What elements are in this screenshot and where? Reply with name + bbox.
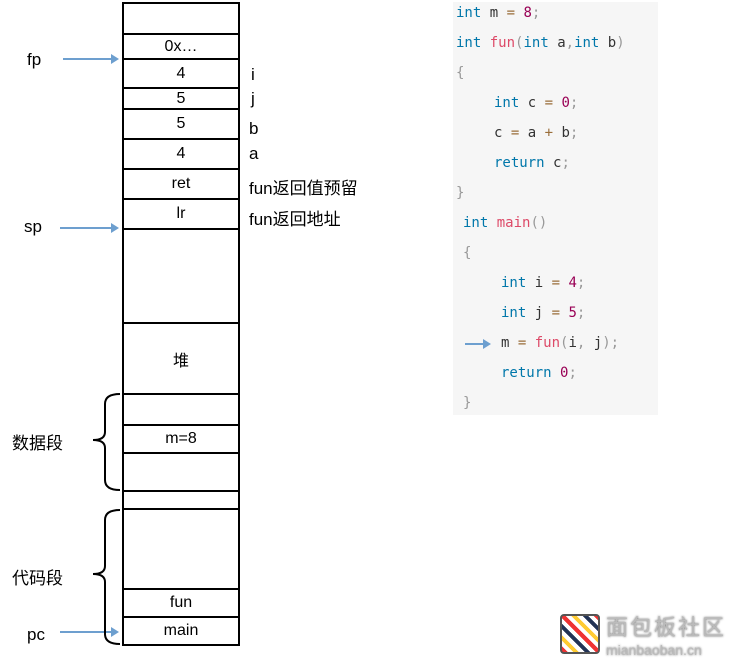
code-segment-label: 代码段 bbox=[12, 569, 63, 588]
brace-icon bbox=[92, 393, 121, 645]
code-line: } bbox=[463, 395, 472, 411]
code-line: int main() bbox=[463, 215, 548, 231]
code-line-current: m = fun(i, j); bbox=[501, 335, 620, 351]
code-block: int m = 8; int fun(int a,int b) { int c … bbox=[453, 2, 658, 415]
stack-cell bbox=[122, 2, 240, 33]
sp-arrow-icon bbox=[60, 223, 119, 233]
label-i: i bbox=[251, 65, 255, 84]
fp-arrow-icon bbox=[63, 54, 119, 64]
stack-cell: 0x… bbox=[122, 33, 240, 58]
code-line: return c; bbox=[494, 155, 570, 171]
pc-label: pc bbox=[27, 625, 45, 644]
stack-cell: lr bbox=[122, 198, 240, 228]
stack-cell: 5 bbox=[122, 87, 240, 108]
data-cell bbox=[122, 452, 240, 490]
label-b: b bbox=[249, 119, 259, 138]
label-j: j bbox=[251, 89, 255, 108]
data-cell bbox=[122, 393, 240, 424]
gap-cell bbox=[122, 490, 240, 508]
logo-icon bbox=[560, 614, 600, 654]
heap-cell: 堆 bbox=[122, 322, 240, 393]
stack-cell: ret bbox=[122, 168, 240, 198]
code-line: int c = 0; bbox=[494, 95, 579, 111]
code-line: { bbox=[456, 65, 465, 81]
code-cell: fun bbox=[122, 588, 240, 616]
label-lr: fun返回地址 bbox=[249, 210, 341, 229]
code-line: return 0; bbox=[501, 365, 577, 381]
label-a: a bbox=[249, 144, 259, 163]
code-line: } bbox=[456, 185, 465, 201]
sp-label: sp bbox=[24, 217, 42, 236]
code-line: int i = 4; bbox=[501, 275, 586, 291]
stack-cell: 4 bbox=[122, 58, 240, 87]
fp-label: fp bbox=[27, 50, 42, 69]
stack-cell: 5 bbox=[122, 108, 240, 138]
data-segment-label: 数据段 bbox=[12, 434, 63, 453]
code-line: c = a + b; bbox=[494, 125, 579, 141]
logo-domain: mianbaoban.cn bbox=[606, 642, 702, 658]
logo-name: 面包板社区 bbox=[606, 615, 727, 640]
code-cell bbox=[122, 508, 240, 588]
code-line: int fun(int a,int b) bbox=[456, 35, 625, 51]
watermark-logo: 面包板社区 mianbaoban.cn bbox=[560, 610, 726, 658]
data-cell: m=8 bbox=[122, 424, 240, 452]
code-line: int m = 8; bbox=[456, 5, 541, 21]
code-cell: main bbox=[122, 616, 240, 646]
stack-cell: 4 bbox=[122, 138, 240, 168]
stack-cell bbox=[122, 228, 240, 322]
code-line: int j = 5; bbox=[501, 305, 586, 321]
current-line-arrow-icon bbox=[465, 339, 491, 349]
code-line: { bbox=[463, 245, 472, 261]
label-ret: fun返回值预留 bbox=[249, 179, 358, 198]
